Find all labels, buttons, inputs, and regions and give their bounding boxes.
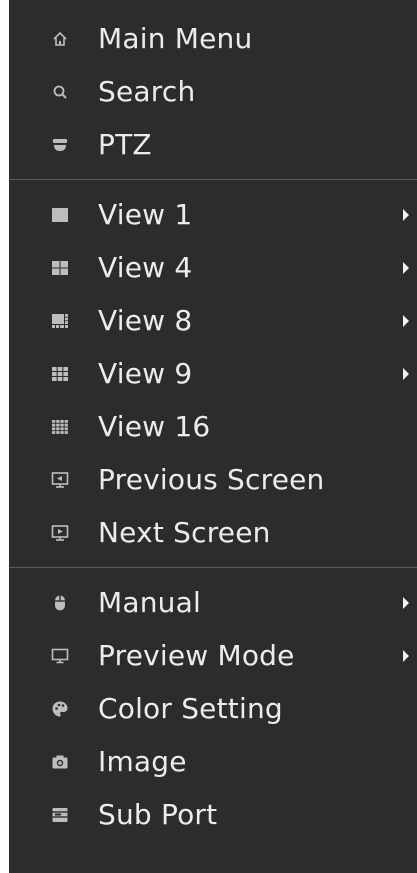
home-icon [51,30,69,48]
menu-item-preview-mode[interactable]: Preview Mode [9,629,417,682]
search-icon [51,83,69,101]
menu-item-view-9[interactable]: View 9 [9,347,417,400]
submenu-arrow-icon [403,649,409,662]
menu-item-label: PTZ [98,128,152,161]
menu-item-label: View 4 [98,251,193,284]
menu-item-label: View 8 [98,304,193,337]
menu-item-previous-screen[interactable]: Previous Screen [9,453,417,506]
menu-item-label: Next Screen [98,516,271,549]
menu-item-image[interactable]: Image [9,735,417,788]
menu-item-label: Manual [98,586,201,619]
menu-item-search[interactable]: Search [9,65,417,118]
menu-item-view-16[interactable]: View 16 [9,400,417,453]
menu-item-next-screen[interactable]: Next Screen [9,506,417,559]
menu-item-label: Previous Screen [98,463,325,496]
submenu-arrow-icon [403,261,409,274]
context-menu: Main Menu Search PTZ View 1 View 4 View … [9,0,417,873]
menu-item-sub-port[interactable]: Sub Port [9,788,417,841]
submenu-arrow-icon [403,314,409,327]
menu-item-label: Search [98,75,196,108]
view-16-icon [51,418,69,436]
menu-item-label: View 1 [98,198,193,231]
previous-screen-icon [51,471,69,489]
menu-item-ptz[interactable]: PTZ [9,118,417,171]
palette-icon [51,700,69,718]
menu-item-manual[interactable]: Manual [9,576,417,629]
menu-item-label: Preview Mode [98,639,295,672]
menu-divider [9,179,417,180]
menu-item-main-menu[interactable]: Main Menu [9,12,417,65]
next-screen-icon [51,524,69,542]
menu-item-label: Sub Port [98,798,218,831]
menu-item-label: Main Menu [98,22,253,55]
monitor-icon [51,647,69,665]
menu-item-color-setting[interactable]: Color Setting [9,682,417,735]
sub-port-icon [51,806,69,824]
menu-item-view-1[interactable]: View 1 [9,188,417,241]
menu-item-label: Image [98,745,187,778]
mouse-icon [51,594,69,612]
ptz-camera-icon [51,136,69,154]
view-4-icon [51,259,69,277]
menu-item-view-8[interactable]: View 8 [9,294,417,347]
submenu-arrow-icon [403,367,409,380]
menu-item-view-4[interactable]: View 4 [9,241,417,294]
submenu-arrow-icon [403,596,409,609]
view-9-icon [51,365,69,383]
view-1-icon [51,206,69,224]
menu-divider [9,567,417,568]
menu-item-label: View 16 [98,410,211,443]
menu-item-label: Color Setting [98,692,283,725]
view-8-icon [51,312,69,330]
submenu-arrow-icon [403,208,409,221]
menu-item-label: View 9 [98,357,193,390]
camera-icon [51,753,69,771]
